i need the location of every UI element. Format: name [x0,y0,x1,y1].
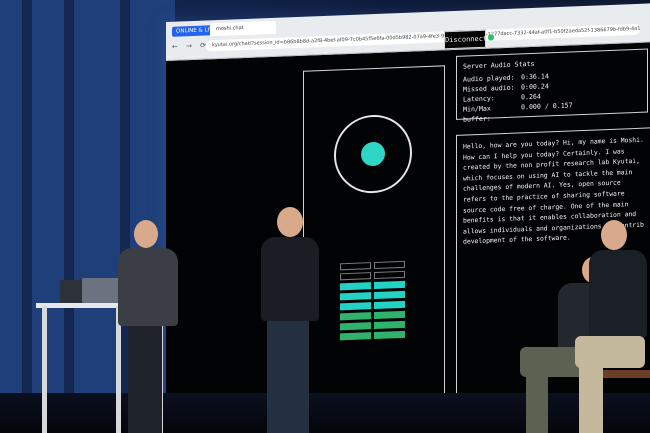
meter-row [340,330,406,341]
torso [261,237,319,321]
meter-row [340,290,406,301]
stats-label: Min/Max buffer: [463,104,491,124]
meter-segment-active [340,282,371,291]
meter-segment-active [340,292,371,301]
head [134,220,158,248]
meter-segment-active [374,310,405,320]
desk-leg [42,306,47,433]
meter-segment-active [340,312,371,321]
stats-value: 0:00.24 [521,82,549,92]
voice-orb-ring [334,113,412,195]
meter-segment-active [340,302,371,311]
head [277,207,303,237]
legs [579,364,603,433]
torso [589,250,647,338]
head [601,220,627,250]
standing-speaker [255,205,325,433]
meter-segment-idle [374,260,405,270]
meter-segment-idle [340,272,371,281]
legs [526,373,548,433]
meter-segment-active [340,322,371,331]
meter-row [340,320,406,331]
meter-row [340,270,406,281]
conference-stage: ONLINE & LIVE moshi.chat ← → ⟳ kyutai.or… [0,0,650,433]
audio-level-meter [340,260,406,344]
stats-value: 0.000 / 0.157 [521,101,573,112]
voice-orb-icon [361,141,385,167]
meter-segment-active [340,332,371,341]
meter-segment-active [374,290,405,300]
meter-row [340,300,406,311]
meter-row [340,280,406,291]
torso [118,248,178,326]
legs [267,321,309,433]
browser-tab[interactable]: moshi.chat [210,20,276,37]
meter-segment-idle [374,270,405,280]
meter-row [340,310,406,321]
wall-pillar [22,0,32,433]
meter-row [340,260,406,271]
presenter-at-desk [112,218,202,433]
disconnect-button[interactable]: Disconnect [444,29,487,50]
nav-arrows-icon[interactable]: ← → ⟳ [172,41,209,50]
laptop-dark [60,280,84,303]
legs [128,326,162,433]
meter-segment-active [374,320,405,330]
meter-segment-active [374,300,405,310]
server-audio-stats: Server Audio Stats Audio played: 0:36.14… [456,48,648,124]
wall-pillar [64,0,74,433]
meter-segment-active [374,280,405,290]
meter-segment-idle [340,262,371,271]
seated-person [575,218,650,433]
meter-segment-active [374,330,405,340]
